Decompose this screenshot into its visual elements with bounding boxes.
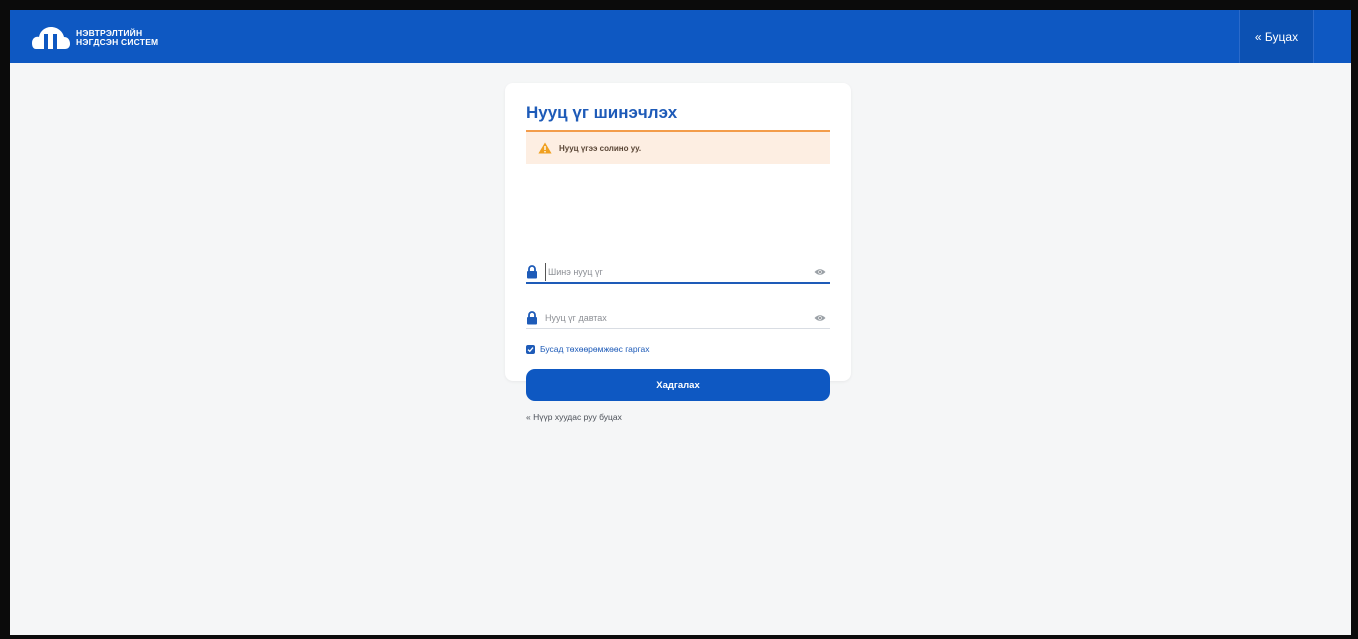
reset-password-card: Нууц үг шинэчлэх Нууц үгээ солино уу. Бу… [505,83,851,422]
logout-other-devices-checkbox[interactable] [526,344,535,354]
lock-icon [527,310,537,324]
warning-icon [538,142,552,154]
logo-text: НЭВТРЭЛТИЙН НЭГДСЭН СИСТЕМ [76,29,158,47]
new-password-input[interactable] [545,263,814,281]
eye-icon[interactable] [814,268,826,276]
checkbox-label[interactable]: Бусад төхөөрөмжөөс гаргах [540,344,649,354]
logo-line-2: НЭГДСЭН СИСТЕМ [76,37,159,47]
back-button[interactable]: « Буцах [1239,10,1314,63]
repeat-password-input[interactable] [545,308,814,327]
logo[interactable]: НЭВТРЭЛТИЙН НЭГДСЭН СИСТЕМ [32,25,158,51]
save-button[interactable]: Хадгалах [526,369,830,401]
repeat-password-field [526,307,830,329]
check-icon [527,346,534,352]
page-title: Нууц үг шинэчлэх [526,103,678,122]
top-navbar: НЭВТРЭЛТИЙН НЭГДСЭН СИСТЕМ « Буцах [10,10,1351,63]
eye-icon[interactable] [814,314,826,322]
page: НЭВТРЭЛТИЙН НЭГДСЭН СИСТЕМ « Буцах Нууц … [10,10,1351,635]
logout-other-devices-row: Бусад төхөөрөмжөөс гаргах [526,344,649,354]
lock-icon [527,265,537,279]
alert-text: Нууц үгээ солино уу. [559,143,642,153]
back-to-home-link[interactable]: « Нүүр хуудас руу буцах [526,412,622,422]
warning-alert: Нууц үгээ солино уу. [526,130,830,164]
logo-icon [32,27,70,49]
new-password-field [526,262,830,284]
